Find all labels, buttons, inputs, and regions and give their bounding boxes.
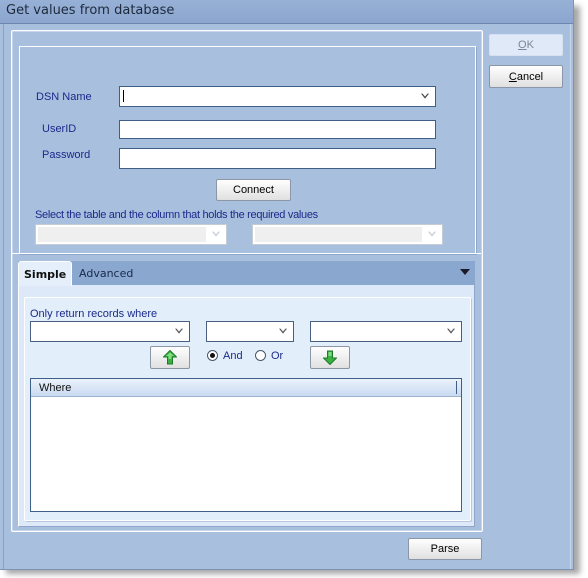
userid-label: UserID [42,123,77,135]
ok-mnemonic: O [518,39,527,51]
tab-advanced[interactable]: Advanced [76,261,133,285]
password-label: Password [42,149,91,161]
or-label[interactable]: Or [271,350,283,362]
table-column-hint: Select the table and the column that hol… [35,209,318,221]
password-input[interactable] [119,148,436,169]
client-edge-left [3,24,4,569]
chevron-down-icon [175,328,183,334]
chevron-down-icon[interactable] [420,92,430,100]
grid-header: Where [31,379,461,397]
ok-button[interactable]: OK [489,34,563,56]
dsn-name-label: DSN Name [36,91,92,103]
cancel-label-rest: ancel [516,70,544,83]
ok-label-rest: K [526,39,534,51]
where-grid[interactable]: Where [30,378,462,512]
window-title: Get values from database [6,3,175,18]
title-bar[interactable]: Get values from database [0,0,573,24]
and-radio[interactable] [207,350,218,361]
client-edge-right [570,24,571,569]
tab-advanced-label: Advanced [79,266,134,280]
parse-label: Parse [430,543,460,555]
column-header-where[interactable]: Where [39,382,71,394]
group-separator [11,253,481,254]
column-dropdown[interactable] [252,224,443,245]
cancel-mnemonic: C [508,70,517,83]
operator-dropdown[interactable] [206,321,294,342]
userid-input[interactable] [119,120,436,139]
chevron-down-icon [212,231,220,237]
add-criteria-button[interactable] [150,346,190,369]
table-dropdown[interactable] [35,224,227,245]
column-dropdown-field [255,227,422,242]
table-dropdown-field [38,227,206,242]
and-label[interactable]: And [223,350,243,362]
filter-label: Only return records where [30,308,158,320]
remove-criteria-button[interactable] [310,346,350,369]
tab-strip: Simple Advanced [18,261,475,286]
dialog-window: Get values from database OK Cancel DSN N… [0,0,574,570]
parse-button[interactable]: Parse [408,538,482,560]
green-down-arrow-icon [323,350,337,365]
chevron-down-icon [279,328,287,334]
chevron-down-icon [428,231,436,237]
triangle-down-icon[interactable] [460,269,470,275]
connect-label: Connect [233,184,274,196]
chevron-down-icon [447,328,455,334]
green-up-arrow-icon [163,350,177,365]
tab-simple[interactable]: Simple [18,261,72,286]
cancel-button[interactable]: Cancel [489,65,563,88]
criteria-dropdown[interactable] [310,321,462,342]
dsn-name-dropdown[interactable] [119,86,436,107]
connect-button[interactable]: Connect [216,179,291,201]
tab-simple-label: Simple [24,267,67,281]
field-dropdown[interactable] [30,321,190,342]
column-resize-handle[interactable] [456,381,457,394]
text-caret [123,90,124,102]
or-radio[interactable] [255,350,266,361]
